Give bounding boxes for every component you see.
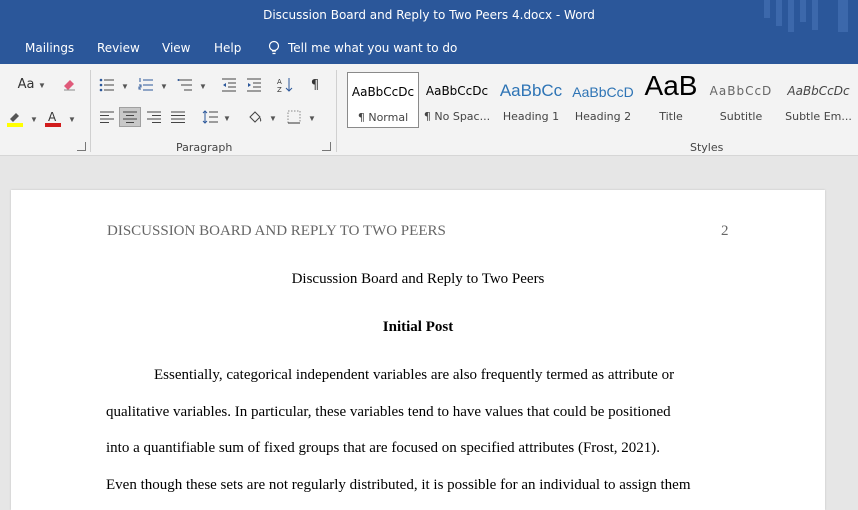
chevron-down-icon: ▼ xyxy=(269,114,277,123)
svg-text:A: A xyxy=(48,110,57,124)
multilevel-list-icon xyxy=(177,79,192,91)
change-case-button[interactable]: Aa xyxy=(13,74,39,94)
justify-button[interactable] xyxy=(167,107,189,127)
decrease-indent-icon xyxy=(222,78,236,92)
bullet-list-icon xyxy=(99,78,114,92)
svg-text:Z: Z xyxy=(277,86,282,93)
style-subtitle[interactable]: AaBbCcD Subtitle xyxy=(705,72,777,128)
line-spacing-icon xyxy=(202,110,218,124)
paragraph-group-label: Paragraph xyxy=(176,141,233,154)
lightbulb-icon xyxy=(268,40,280,55)
show-formatting-button[interactable]: ¶ xyxy=(304,75,326,95)
document-canvas[interactable]: DISCUSSION BOARD AND REPLY TO TWO PEERS … xyxy=(0,157,858,510)
align-left-button[interactable] xyxy=(96,107,118,127)
shading-button[interactable] xyxy=(244,107,266,127)
style-name: Subtitle xyxy=(719,110,763,123)
ribbon-tabs: Mailings Review View Help Tell me what y… xyxy=(0,32,858,64)
style-no-spacing[interactable]: AaBbCcDc ¶ No Spac... xyxy=(421,72,493,128)
tab-mailings[interactable]: Mailings xyxy=(25,41,74,55)
style-title[interactable]: AaB Title xyxy=(635,70,707,128)
highlight-color-button[interactable] xyxy=(4,108,26,128)
align-right-button[interactable] xyxy=(143,107,165,127)
page-number: 2 xyxy=(721,223,729,239)
chevron-down-icon: ▼ xyxy=(68,115,76,124)
style-heading-1[interactable]: AaBbCc Heading 1 xyxy=(495,72,567,128)
style-name: Subtle Em... xyxy=(785,110,852,123)
ribbon: Aa ▼ ▼ A ▼ ▼ ▼ ▼ AZ ¶ ▼ ▼ ▼ Paragraph Aa… xyxy=(0,64,858,156)
justify-icon xyxy=(171,111,185,123)
chevron-down-icon: ▼ xyxy=(308,114,316,123)
pilcrow-icon: ¶ xyxy=(310,77,320,93)
section-heading: Initial Post xyxy=(382,319,454,335)
document-page[interactable]: DISCUSSION BOARD AND REPLY TO TWO PEERS … xyxy=(11,190,825,510)
style-name: ¶ No Spac... xyxy=(423,110,491,123)
align-center-icon xyxy=(123,111,137,123)
align-left-icon xyxy=(100,111,114,123)
font-dialog-launcher[interactable] xyxy=(77,142,86,151)
style-preview: AaBbCcDc xyxy=(787,84,850,98)
line-spacing-button[interactable] xyxy=(199,107,221,127)
style-name: Heading 1 xyxy=(502,110,560,123)
align-center-button[interactable] xyxy=(119,107,141,127)
style-name: ¶ Normal xyxy=(357,111,409,124)
group-separator xyxy=(90,70,91,152)
increase-indent-button[interactable] xyxy=(243,75,265,95)
chevron-down-icon: ▼ xyxy=(160,82,168,91)
tab-review[interactable]: Review xyxy=(97,41,140,55)
style-heading-2[interactable]: AaBbCcD Heading 2 xyxy=(567,72,639,128)
style-normal[interactable]: AaBbCcDc ¶ Normal xyxy=(347,72,419,128)
chevron-down-icon: ▼ xyxy=(121,82,129,91)
chevron-down-icon: ▼ xyxy=(38,81,46,90)
body-line: Essentially, categorical independent var… xyxy=(154,367,675,383)
style-preview: AaB xyxy=(644,70,698,101)
eraser-icon xyxy=(64,80,75,91)
font-color-button[interactable]: A xyxy=(42,108,64,128)
clear-formatting-button[interactable] xyxy=(58,74,80,94)
sort-button[interactable]: AZ xyxy=(274,75,296,95)
style-preview: AaBbCcD xyxy=(572,84,634,100)
styles-group-label: Styles xyxy=(690,141,724,154)
change-case-label: Aa xyxy=(17,76,35,92)
group-separator xyxy=(336,70,337,152)
numbering-button[interactable] xyxy=(135,75,157,95)
chevron-down-icon: ▼ xyxy=(30,115,38,124)
window-title: Discussion Board and Reply to Two Peers … xyxy=(263,8,595,22)
running-head: DISCUSSION BOARD AND REPLY TO TWO PEERS xyxy=(107,223,446,239)
decrease-indent-button[interactable] xyxy=(218,75,240,95)
paragraph-dialog-launcher[interactable] xyxy=(322,142,331,151)
style-subtle-emphasis[interactable]: AaBbCcDc Subtle Em... xyxy=(779,72,858,128)
tell-me-box[interactable]: Tell me what you want to do xyxy=(268,40,457,56)
tab-view[interactable]: View xyxy=(162,41,190,55)
body-line: qualitative variables. In particular, th… xyxy=(106,404,671,420)
style-preview: AaBbCcDc xyxy=(425,84,489,98)
tab-help[interactable]: Help xyxy=(214,41,241,55)
increase-indent-icon xyxy=(247,78,261,92)
borders-icon xyxy=(287,110,301,124)
chevron-down-icon: ▼ xyxy=(223,114,231,123)
sort-icon: AZ xyxy=(277,78,293,93)
tell-me-text: Tell me what you want to do xyxy=(288,41,458,55)
body-line: Even though these sets are not regularly… xyxy=(106,477,691,493)
document-title: Discussion Board and Reply to Two Peers xyxy=(291,271,545,287)
style-preview: AaBbCc xyxy=(499,81,563,100)
styles-gallery: AaBbCcDc ¶ Normal AaBbCcDc ¶ No Spac... … xyxy=(345,70,858,130)
style-name: Title xyxy=(659,110,683,123)
bullets-button[interactable] xyxy=(96,75,118,95)
paint-bucket-icon xyxy=(249,111,262,123)
highlighter-icon xyxy=(7,113,23,127)
title-decoration xyxy=(758,0,858,32)
title-bar: Discussion Board and Reply to Two Peers … xyxy=(0,0,858,32)
chevron-down-icon: ▼ xyxy=(199,82,207,91)
body-line: into a quantifiable sum of fixed groups … xyxy=(106,440,661,456)
svg-text:A: A xyxy=(277,78,282,86)
numbered-list-icon xyxy=(138,78,153,91)
align-right-icon xyxy=(147,111,161,123)
font-color-icon: A xyxy=(45,110,61,127)
style-preview: AaBbCcD xyxy=(709,84,773,98)
multilevel-list-button[interactable] xyxy=(174,75,196,95)
style-name: Heading 2 xyxy=(574,110,632,123)
borders-button[interactable] xyxy=(283,107,305,127)
style-preview: AaBbCcDc xyxy=(351,85,415,99)
